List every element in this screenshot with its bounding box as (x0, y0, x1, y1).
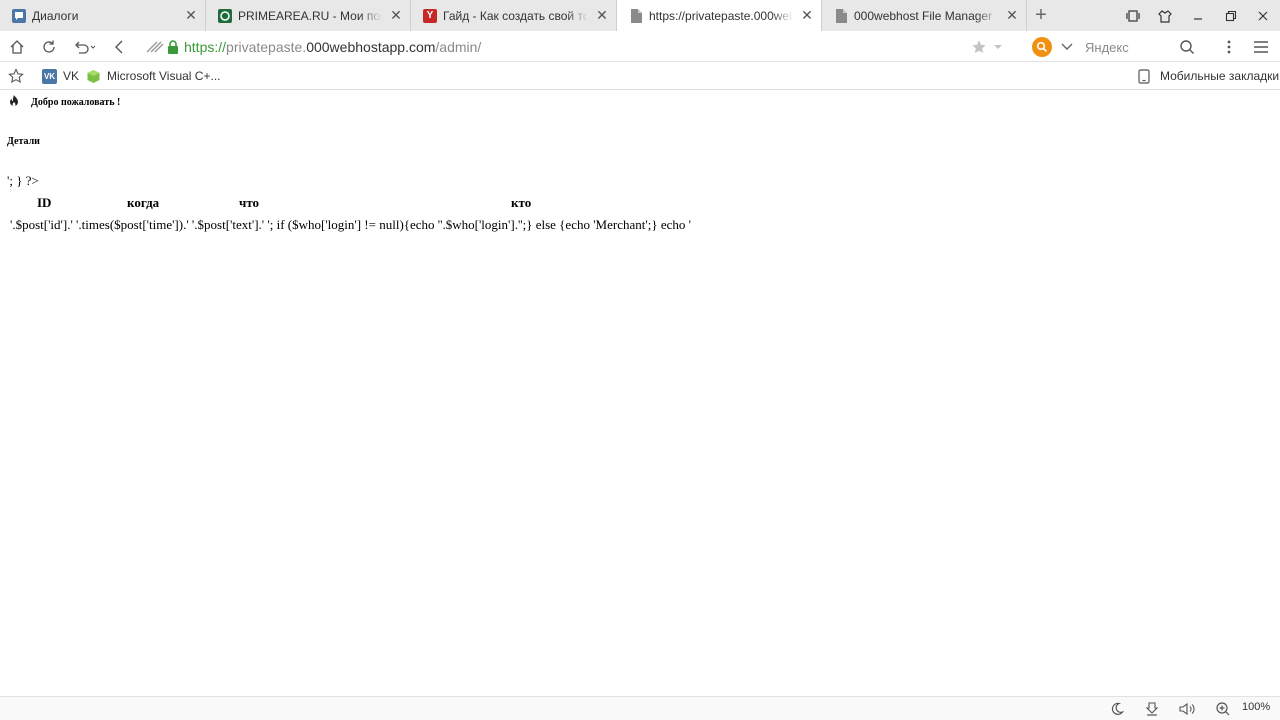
back-icon[interactable] (107, 34, 133, 60)
new-tab-button[interactable]: + (1028, 2, 1054, 28)
download-icon[interactable] (1143, 700, 1161, 718)
url-scheme: https:// (184, 39, 227, 55)
bookmark-label: Microsoft Visual C+... (107, 69, 221, 83)
tab-primearea[interactable]: PRIMEAREA.RU - Мои покупки ✕ (206, 0, 411, 31)
close-window-icon[interactable] (1246, 0, 1279, 31)
tab-title: Диалоги (32, 8, 79, 23)
tab-title: Гайд - Как создать свой топ хостинг (443, 8, 588, 23)
close-icon[interactable]: ✕ (793, 2, 821, 30)
welcome-header: Добро пожаловать ! (7, 94, 120, 111)
tabs-overview-icon[interactable] (1116, 0, 1149, 31)
tab-dialogs[interactable]: Диалоги ✕ (0, 0, 206, 31)
column-header-what: что (239, 195, 260, 210)
mobile-bookmarks-label: Мобильные закладки (1160, 69, 1280, 83)
page-icon (834, 8, 848, 23)
column-header-id: ID (37, 195, 52, 210)
status-bar: 100% (0, 696, 1280, 720)
welcome-text: Добро пожаловать ! (31, 97, 121, 108)
home-icon[interactable] (4, 34, 30, 60)
restore-icon[interactable] (1214, 0, 1247, 31)
bookmark-label: VK (63, 69, 80, 83)
chevron-down-icon[interactable] (1061, 43, 1073, 51)
zoom-level[interactable]: 100% (1242, 701, 1270, 713)
minimize-icon[interactable] (1181, 0, 1214, 31)
flame-icon (7, 94, 21, 111)
url-host: 000webhostapp.com (306, 39, 436, 55)
lock-icon[interactable] (166, 39, 180, 55)
reload-icon[interactable] (36, 34, 62, 60)
address-bar[interactable]: https://privatepaste.000webhostapp.com/a… (146, 34, 1016, 60)
tab-privatepaste[interactable]: https://privatepaste.000webhostapp.com/a… (617, 0, 822, 31)
close-icon[interactable]: ✕ (177, 2, 205, 30)
primearea-icon (218, 8, 232, 23)
vk-icon: VK (42, 68, 57, 84)
column-header-when: когда (127, 195, 160, 210)
tab-guide[interactable]: Y Гайд - Как создать свой топ хостинг ✕ (411, 0, 617, 31)
details-heading: Детали (7, 136, 40, 147)
night-mode-icon[interactable] (1108, 700, 1126, 718)
code-leak-text: '; } ?> (7, 173, 39, 188)
close-icon[interactable]: ✕ (998, 2, 1026, 30)
page-icon (629, 8, 643, 23)
vk-messages-icon (12, 8, 26, 23)
cube-icon (86, 69, 101, 84)
code-leak-row: '.$post['id'].' '.times($post['time']).'… (10, 217, 691, 232)
yandex-icon: Y (423, 8, 437, 23)
more-vertical-icon[interactable] (1216, 34, 1242, 60)
bookmark-vk[interactable]: VK VK (42, 66, 79, 86)
column-header-who: кто (511, 195, 532, 210)
sound-icon[interactable] (1179, 700, 1197, 718)
search-placeholder: Яндекс (1085, 39, 1129, 55)
close-icon[interactable]: ✕ (588, 2, 616, 30)
bookmark-msvc[interactable]: Microsoft Visual C+... (86, 66, 220, 86)
menu-icon[interactable] (1248, 34, 1274, 60)
undo-close-icon[interactable] (68, 34, 102, 60)
zoom-icon[interactable] (1214, 700, 1232, 718)
url-text[interactable]: https://privatepaste.000webhostapp.com/a… (184, 39, 481, 55)
yandex-search-icon[interactable] (1032, 37, 1052, 57)
close-icon[interactable]: ✕ (382, 2, 410, 30)
page-content: Добро пожаловать ! Детали '; } ?> ID ког… (0, 90, 1280, 696)
tab-title: PRIMEAREA.RU - Мои покупки (238, 8, 382, 23)
star-icon[interactable] (8, 66, 24, 86)
search-icon[interactable] (1174, 34, 1200, 60)
mobile-device-icon (1138, 68, 1150, 84)
protect-icon[interactable] (1148, 0, 1181, 31)
url-subdomain: privatepaste. (226, 39, 307, 55)
chevron-down-icon[interactable] (988, 34, 1008, 60)
url-path: /admin/ (435, 39, 482, 55)
bookmarks-bar: VK VK Microsoft Visual C+... Мобильные з… (0, 62, 1280, 90)
tab-filemanager[interactable]: 000webhost File Manager ✕ (822, 0, 1027, 31)
turbo-icon (146, 40, 164, 54)
tab-title: 000webhost File Manager (854, 8, 993, 23)
navigation-bar: https://privatepaste.000webhostapp.com/a… (0, 31, 1280, 62)
tab-title: https://privatepaste.000webhostapp.com/a… (649, 8, 793, 23)
mobile-bookmarks[interactable]: Мобильные закладки (1138, 66, 1279, 86)
tab-strip: Диалоги ✕ PRIMEAREA.RU - Мои покупки ✕ Y… (0, 0, 1280, 31)
